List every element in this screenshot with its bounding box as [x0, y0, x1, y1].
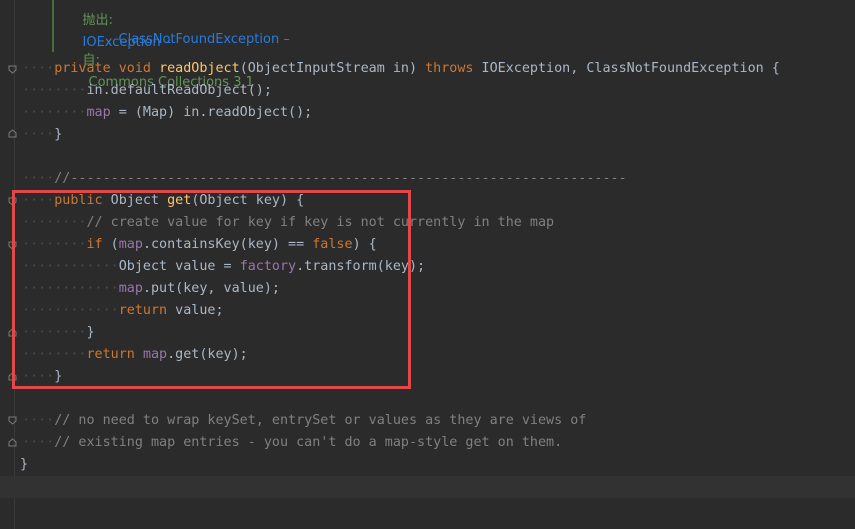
code-line[interactable]: ············Object value = factory.trans…	[22, 256, 855, 278]
editor-gutter	[0, 0, 22, 529]
code-text: .put(key, value);	[142, 281, 280, 296]
code-line[interactable]: ········if (map.containsKey(key) == fals…	[22, 234, 855, 256]
code-line[interactable]: ········}	[22, 322, 855, 344]
gutter-separator	[14, 0, 15, 529]
code-line[interactable]: ········// create value for key if key i…	[22, 212, 855, 234]
code-text: }	[54, 127, 63, 142]
code-line[interactable]: ········in.defaultReadObject();	[22, 80, 855, 102]
code-text: .containsKey(key) ==	[142, 237, 313, 252]
code-text: ) {	[352, 237, 377, 252]
keyword: false	[312, 237, 353, 252]
fold-icon[interactable]	[8, 372, 17, 381]
code-text: in.defaultReadObject();	[86, 83, 272, 98]
code-text: (Object key) {	[191, 193, 305, 208]
code-text: Object	[102, 193, 168, 208]
code-line[interactable]: ····}	[22, 366, 855, 388]
doc-rule	[52, 0, 54, 52]
code-line[interactable]: ····private void readObject(ObjectInputS…	[22, 58, 855, 80]
field-ref: map	[118, 281, 143, 296]
keyword: public	[54, 193, 103, 208]
fold-icon[interactable]	[8, 241, 17, 250]
fold-icon[interactable]	[8, 416, 17, 425]
comment: // no need to wrap keySet, entrySet or v…	[54, 413, 587, 428]
doc-since-line: 自: Commons Collections 3.1	[66, 28, 855, 90]
keyword: return	[118, 303, 168, 318]
code-line[interactable]: ····public Object get(Object key) {	[22, 190, 855, 212]
fold-icon[interactable]	[8, 328, 17, 337]
code-text: .transform(key);	[296, 259, 426, 274]
code-text: Object value =	[118, 259, 240, 274]
code-line[interactable]: ····//----------------------------------…	[22, 168, 855, 190]
fold-icon[interactable]	[8, 438, 17, 447]
current-line[interactable]	[0, 476, 855, 498]
method-name: readObject	[159, 61, 240, 76]
code-text: value;	[167, 303, 224, 318]
field-ref: map	[118, 237, 143, 252]
code-line[interactable]: ····// existing map entries - you can't …	[22, 432, 855, 454]
code-line[interactable]: ········return map.get(key);	[22, 344, 855, 366]
fold-icon[interactable]	[8, 129, 17, 138]
comment: // create value for key if key is not cu…	[86, 215, 555, 230]
code-text: (ObjectInputStream in)	[239, 61, 426, 76]
code-editor[interactable]: 抛出: IOException – ClassNotFoundException…	[0, 0, 855, 529]
fold-icon[interactable]	[8, 65, 17, 74]
method-name: get	[167, 193, 192, 208]
comment: // existing map entries - you can't do a…	[54, 435, 563, 450]
code-text: }	[54, 369, 63, 384]
keyword: if	[86, 237, 103, 252]
field-ref: map	[142, 347, 168, 362]
code-text: .get(key);	[167, 347, 248, 362]
fold-icon[interactable]	[8, 197, 17, 206]
code-text: IOException, ClassNotFoundException {	[473, 61, 780, 76]
code-text: (	[102, 237, 119, 252]
keyword: private	[54, 61, 111, 76]
code-line[interactable]: }	[20, 454, 855, 476]
code-text: }	[20, 457, 29, 472]
code-line[interactable]: ············return value;	[22, 300, 855, 322]
code-text: = (Map) in.readObject();	[110, 105, 313, 120]
keyword: return	[86, 347, 135, 362]
code-line[interactable]: ····// no need to wrap keySet, entrySet …	[22, 410, 855, 432]
doc-throws-line-2: ClassNotFoundException –	[102, 7, 855, 47]
comment: //--------------------------------------…	[54, 171, 627, 186]
field-ref: factory	[239, 259, 297, 274]
code-line[interactable]: ····}	[22, 124, 855, 146]
code-line[interactable]: ········map = (Map) in.readObject();	[22, 102, 855, 124]
code-text: }	[86, 325, 95, 340]
keyword: void	[118, 61, 151, 76]
keyword: throws	[425, 61, 474, 76]
field-ref: map	[86, 105, 111, 120]
code-line[interactable]: ············map.put(key, value);	[22, 278, 855, 300]
